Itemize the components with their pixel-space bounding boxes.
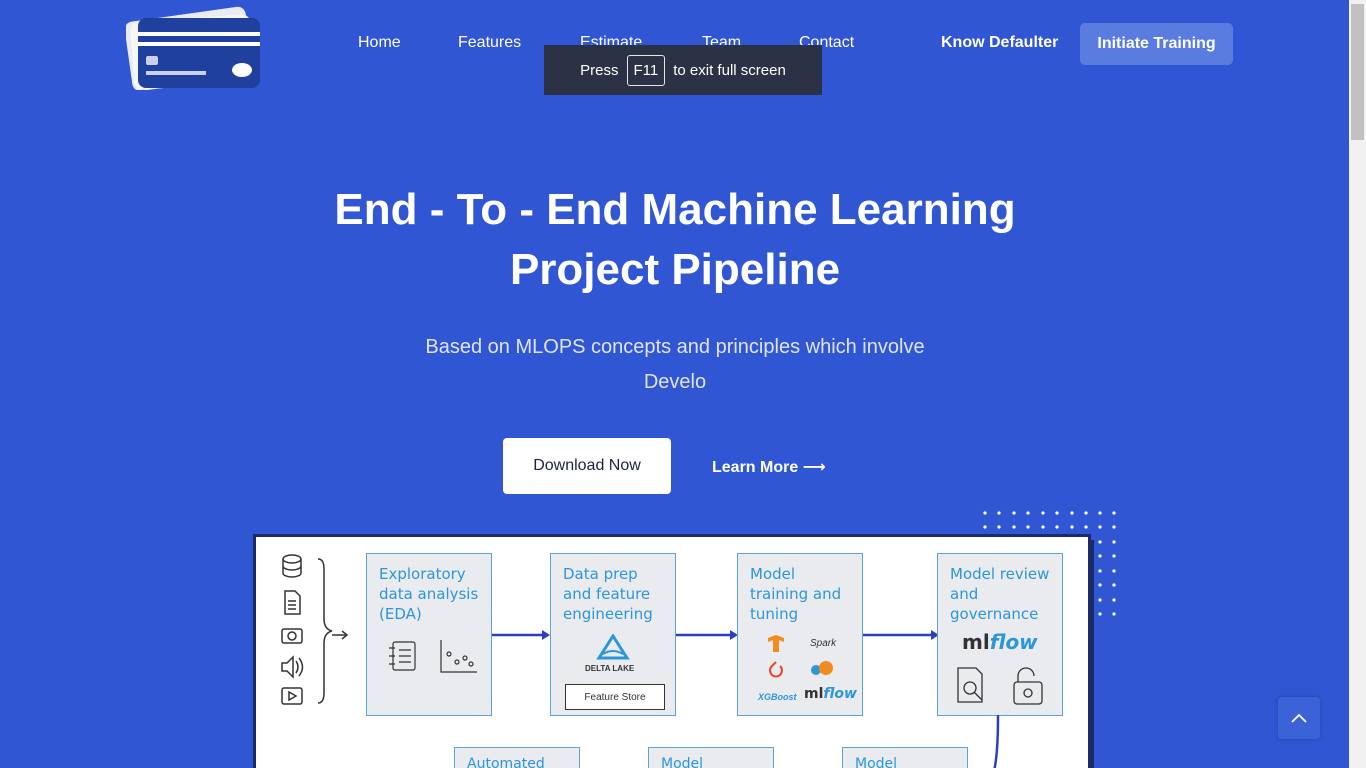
- ml-pipeline-diagram: Exploratory data analysis (EDA) Data pre…: [253, 534, 1091, 768]
- mlflow-logo-small: mlflow: [804, 686, 857, 702]
- initiate-training-button[interactable]: Initiate Training: [1080, 23, 1233, 65]
- review-lock-icons: [957, 667, 1043, 705]
- stage-model-b: Model: [842, 747, 968, 768]
- toast-key: F11: [626, 54, 666, 86]
- hero-subtitle-line1: Based on MLOPS concepts and principles w…: [425, 336, 925, 358]
- xgboost-label: XGBoost: [758, 692, 797, 702]
- download-now-button[interactable]: Download Now: [503, 438, 671, 494]
- hero-title: End - To - End Machine Learning Project …: [260, 180, 1090, 300]
- mlflow-logo: mlflow: [962, 630, 1038, 654]
- delta-lake-label: DELTA LAKE: [585, 664, 635, 673]
- nav-home[interactable]: Home: [358, 34, 401, 52]
- stage-model-b-title: Model: [855, 756, 898, 768]
- stage-data-prep-title: Data prep and feature engineering: [563, 565, 653, 623]
- stage-automated: Automated: [454, 747, 580, 768]
- stage-eda-title: Exploratory data analysis (EDA): [379, 565, 479, 623]
- mlflow-ml: ml: [962, 630, 990, 654]
- hero-subtitle-line2: Develo: [643, 371, 707, 393]
- stage-eda: Exploratory data analysis (EDA): [366, 553, 492, 716]
- chevron-up-icon: [1291, 713, 1307, 723]
- mlflow-flow: flow: [989, 630, 1038, 654]
- library-icon: [811, 661, 833, 675]
- flow-arrow-2: [676, 630, 738, 640]
- flow-arrow-1: [492, 630, 550, 640]
- learn-more-link[interactable]: Learn More ⟶: [712, 457, 826, 477]
- stage-review-title: Model review and governance: [950, 565, 1050, 623]
- back-to-top-button[interactable]: [1278, 697, 1320, 739]
- notebook-chart-icon: [389, 640, 477, 673]
- credit-card-logo[interactable]: [126, 4, 262, 90]
- nav-features[interactable]: Features: [458, 34, 521, 52]
- spark-label: Spark: [810, 638, 837, 649]
- scrollbar-thumb[interactable]: [1351, 4, 1364, 140]
- delta-lake-icon: [596, 634, 630, 660]
- fullscreen-toast: Press F11 to exit full screen: [544, 45, 822, 95]
- flow-arrow-3: [863, 630, 939, 640]
- pytorch-icon: [769, 661, 783, 678]
- hero-subtitle: Based on MLOPS concepts and principles w…: [400, 330, 950, 400]
- hero-title-line1: End - To - End Machine Learning: [334, 185, 1016, 234]
- mlflow-ml-small: ml: [804, 686, 824, 702]
- toast-message: to exit full screen: [673, 61, 786, 79]
- stage-model-a: Model: [648, 747, 774, 768]
- stage-training: Model training and tuning Spark XGBoost …: [737, 553, 863, 716]
- know-defaulter-link[interactable]: Know Defaulter: [941, 34, 1058, 52]
- stage-data-prep: Data prep and feature engineering DELTA …: [550, 553, 676, 716]
- stage-automated-title: Automated: [467, 756, 545, 768]
- hero-title-line2: Project Pipeline: [509, 245, 841, 294]
- toast-press: Press: [580, 61, 619, 79]
- stage-review: Model review and governance mlflow: [937, 553, 1063, 716]
- mlflow-flow-small: flow: [823, 686, 857, 702]
- feature-store-box: Feature Store: [565, 684, 665, 710]
- page-scrollbar[interactable]: [1349, 0, 1366, 768]
- tensorflow-icon: [768, 635, 784, 652]
- data-source-icons: [281, 554, 349, 705]
- connector-down: [993, 715, 1000, 768]
- stage-model-a-title: Model: [661, 756, 704, 768]
- stage-training-title: Model training and tuning: [750, 565, 842, 623]
